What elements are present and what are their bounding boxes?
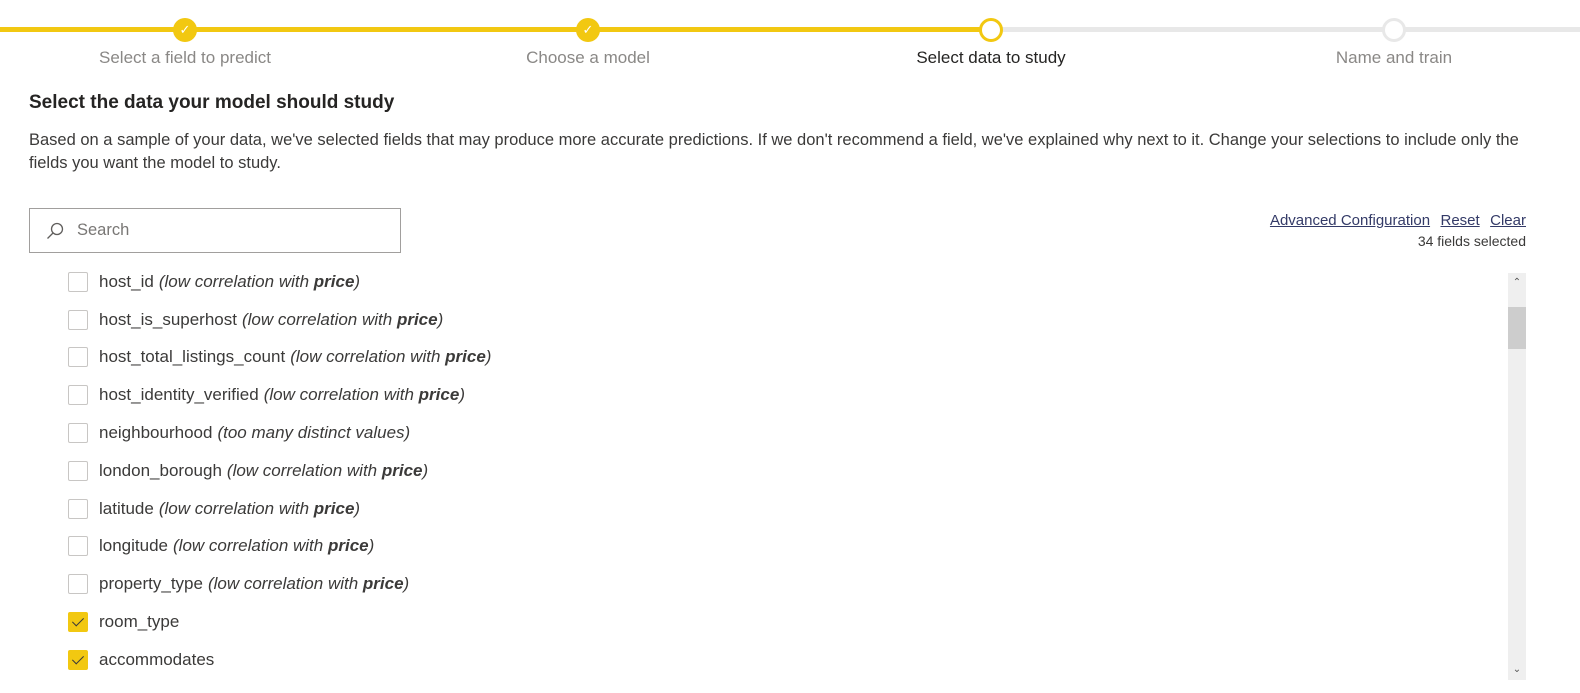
field-list-item[interactable]: host_total_listings_count (low correlatio… [68,339,491,377]
search-icon [47,222,64,239]
search-box[interactable] [29,208,401,253]
field-reason-text: (low correlation with [207,574,363,594]
field-name: latitude [99,498,154,518]
scroll-down-icon[interactable]: ⌄ [1508,662,1526,678]
field-reason-text: (too many distinct values) [217,423,411,443]
field-reason-text: (low correlation with [226,460,382,480]
scrollbar[interactable]: ⌃ ⌄ [1508,273,1526,680]
field-list: host_id (low correlation with price) host_… [29,270,1526,680]
field-list-item[interactable]: latitude (low correlation with price) [68,490,491,528]
field-reason: (low correlation with price) [290,347,491,367]
scrollbar-thumb[interactable] [1508,307,1526,349]
page-title: Select the data your model should study [29,92,395,113]
field-reason: (low correlation with price) [227,461,428,481]
field-name: host_id [99,271,154,291]
field-checkbox[interactable] [68,649,88,670]
field-actions: Advanced Configuration Reset Clear 34 fi… [1264,212,1526,249]
field-checkbox[interactable] [68,423,88,444]
field-reason-text: (low correlation with [173,536,328,556]
field-reason-target: price [381,460,423,480]
step-current-indicator [979,18,1003,42]
clear-link[interactable]: Clear [1490,212,1526,229]
field-reason: (low correlation with price) [159,272,360,292]
field-name: accommodates [99,649,215,669]
field-name: london_borough [99,460,222,480]
field-list-item[interactable]: accommodates [68,641,491,679]
field-reason-suffix: ) [459,385,465,405]
field-reason-suffix: ) [368,536,375,556]
check-icon: ✓ [179,22,191,37]
field-reason: (too many distinct values) [217,423,410,443]
field-checkbox[interactable] [68,574,88,595]
field-name: longitude [99,536,169,556]
field-reason-suffix: ) [422,460,429,480]
field-list-item[interactable]: host_id (low correlation with price) [68,270,491,301]
field-reason-target: price [445,347,486,367]
step-choose-model: ✓ Choose a model [438,18,738,68]
step-label: Select a field to predict [99,48,271,67]
field-reason-text: (low correlation with [158,271,314,291]
field-list-item[interactable]: host_identity_verified (low correlation w… [68,376,491,414]
field-reason: (low correlation with price) [159,499,360,519]
field-name: room_type [99,612,180,632]
field-reason-target: price [313,498,355,518]
field-name: property_type [99,574,203,594]
field-reason-suffix: ) [354,498,361,518]
field-list-item[interactable]: neighbourhood (too many distinct values) [68,414,491,452]
field-name: neighbourhood [99,423,213,443]
field-reason-suffix: ) [485,347,492,367]
field-checkbox[interactable] [68,612,88,633]
field-checkbox[interactable] [68,385,88,406]
field-reason-target: price [327,536,369,556]
field-reason-text: (low correlation with [263,385,419,405]
field-reason: (low correlation with price) [173,536,374,556]
field-checkbox[interactable] [68,347,88,368]
field-reason-target: price [313,271,355,291]
advanced-configuration-link[interactable]: Advanced Configuration [1270,212,1430,229]
field-reason-target: price [396,309,438,329]
step-name-train: Name and train [1244,18,1544,68]
field-list-item[interactable]: london_borough (low correlation with pric… [68,452,491,490]
field-reason-text: (low correlation with [290,347,446,367]
step-pending-indicator [1382,18,1406,42]
field-reason-target: price [418,385,460,405]
step-complete-indicator: ✓ [173,18,197,42]
reset-link[interactable]: Reset [1441,212,1480,229]
field-checkbox[interactable] [68,460,88,481]
progress-stepper: ✓ Select a field to predict ✓ Choose a m… [0,0,1580,80]
field-reason-suffix: ) [403,574,410,594]
selected-count: 34 fields selected [1417,233,1526,249]
field-checkbox[interactable] [68,536,88,557]
field-list-item[interactable]: longitude (low correlation with price) [68,528,491,566]
field-reason-target: price [362,574,404,594]
field-checkbox[interactable] [68,309,88,330]
field-reason: (low correlation with price) [242,310,443,330]
field-checkbox[interactable] [68,271,88,292]
field-name: host_is_superhost [99,309,237,329]
field-reason: (low correlation with price) [208,574,409,594]
field-list-item[interactable]: room_type [68,603,491,641]
field-checkbox[interactable] [68,498,88,519]
page-description: Based on a sample of your data, we've se… [29,131,1519,172]
field-reason-text: (low correlation with [158,498,314,518]
field-name: host_total_listings_count [99,347,286,367]
field-list-item[interactable]: property_type (low correlation with price… [68,565,491,603]
step-select-data: Select data to study [841,18,1141,68]
check-icon: ✓ [582,22,594,37]
search-input[interactable] [77,221,377,240]
field-reason-suffix: ) [354,271,361,291]
step-label: Select data to study [916,48,1066,67]
step-label: Name and train [1335,48,1453,67]
step-select-field: ✓ Select a field to predict [35,18,335,68]
field-name: host_identity_verified [99,385,259,405]
field-list-item[interactable]: host_is_superhost (low correlation with p… [68,301,491,339]
step-complete-indicator: ✓ [576,18,600,42]
field-reason: (low correlation with price) [264,385,465,405]
step-label: Choose a model [526,48,650,67]
scroll-up-icon[interactable]: ⌃ [1508,275,1526,291]
field-reason-text: (low correlation with [241,309,397,329]
field-reason-suffix: ) [437,309,444,329]
